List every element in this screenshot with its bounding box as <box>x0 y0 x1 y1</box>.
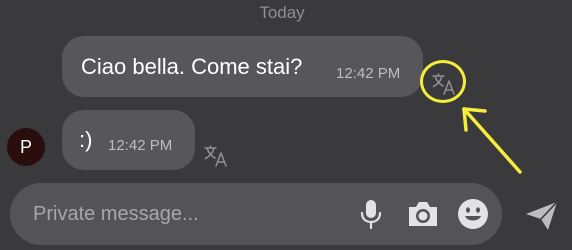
microphone-icon[interactable] <box>355 198 387 235</box>
message-input[interactable] <box>33 198 333 230</box>
message-timestamp: 12:42 PM <box>108 137 173 154</box>
date-separator: Today <box>259 3 305 22</box>
pointer-arrow <box>462 107 522 174</box>
emoji-icon[interactable] <box>457 198 489 235</box>
message-timestamp: 12:42 PM <box>336 65 401 82</box>
message-text: Ciao bella. Come stai? <box>81 53 303 79</box>
camera-icon[interactable] <box>406 198 440 235</box>
translate-icon[interactable] <box>203 144 229 173</box>
message-bubble-outgoing[interactable]: Ciao bella. Come stai? 12:42 PM <box>62 36 423 97</box>
message-composer <box>10 183 502 245</box>
highlight-circle <box>420 60 466 103</box>
avatar[interactable]: P <box>7 128 45 166</box>
message-text: :) <box>79 127 93 152</box>
message-bubble-incoming[interactable]: :) 12:42 PM <box>62 110 195 170</box>
send-icon[interactable] <box>524 200 560 237</box>
